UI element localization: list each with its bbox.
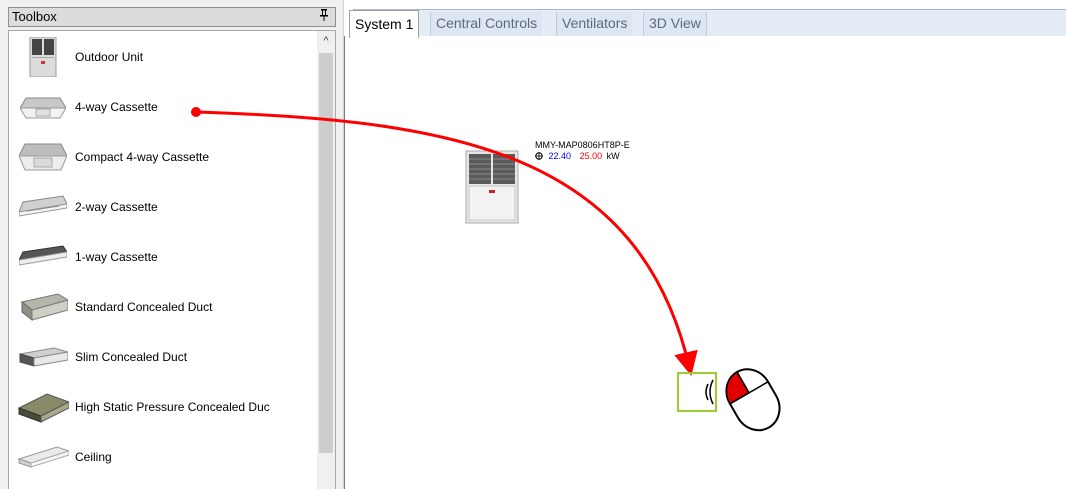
unit-capacity: 22.40 25.00 kW	[535, 151, 620, 161]
tab-3d-view[interactable]: 3D View	[643, 12, 707, 36]
heating-capacity: 25.00	[579, 151, 603, 161]
scroll-thumb[interactable]	[319, 53, 333, 453]
toolbox-item-label: 4-way Cassette	[75, 100, 158, 114]
toolbox-item-label: 1-way Cassette	[75, 250, 158, 264]
toolbox-item-label: Standard Concealed Duct	[75, 300, 213, 314]
toolbox-item-label: Ceiling	[75, 450, 112, 464]
toolbox-item-1-way-cassette[interactable]: 1-way Cassette	[9, 235, 319, 279]
toolbox-item-4-way-cassette[interactable]: 4-way Cassette	[9, 85, 319, 129]
toolbox-item-outdoor-unit[interactable]: Outdoor Unit	[9, 35, 319, 79]
design-canvas[interactable]	[344, 36, 1066, 489]
toolbox-title: Toolbox	[12, 9, 57, 24]
placed-outdoor-unit[interactable]	[465, 150, 519, 224]
toolbox-item-label: High Static Pressure Concealed Duc	[75, 400, 270, 414]
1-way-cassette-icon	[17, 237, 69, 277]
toolbox-item-standard-concealed-duct[interactable]: Standard Concealed Duct	[9, 285, 319, 329]
toolbox-scrollbar[interactable]: ^	[317, 31, 335, 489]
toolbox-item-slim-concealed-duct[interactable]: Slim Concealed Duct	[9, 335, 319, 379]
toolbox-item-ceiling[interactable]: Ceiling	[9, 435, 319, 479]
app-window: Toolbox Outdoor Unit 4-way Cassette Comp…	[0, 0, 1066, 489]
slim-duct-icon	[17, 337, 69, 377]
tab-bar: System 1 Central Controls Ventilators 3D…	[344, 7, 1066, 38]
tab-system-1[interactable]: System 1	[349, 10, 420, 38]
high-static-duct-icon	[17, 387, 69, 427]
toolbox-item-high-static-pressure-duct[interactable]: High Static Pressure Concealed Duc	[9, 385, 319, 429]
capacity-unit: kW	[606, 151, 620, 161]
toolbox-item-label: Slim Concealed Duct	[75, 350, 188, 364]
toolbox-header: Toolbox	[8, 7, 336, 27]
tab-central-controls[interactable]: Central Controls	[430, 12, 543, 36]
scroll-up-icon[interactable]: ^	[317, 35, 335, 51]
toolbox-item-compact-4-way-cassette[interactable]: Compact 4-way Cassette	[9, 135, 319, 179]
pin-icon[interactable]	[319, 8, 329, 26]
2-way-cassette-icon	[17, 187, 69, 227]
tab-ventilators[interactable]: Ventilators	[556, 12, 633, 36]
toolbox-list: Outdoor Unit 4-way Cassette Compact 4-wa…	[8, 30, 336, 489]
ceiling-icon	[17, 437, 69, 477]
unit-model-label: MMY-MAP0806HT8P-E	[535, 140, 630, 150]
toolbox-item-label: 2-way Cassette	[75, 200, 158, 214]
toolbox-item-label: Compact 4-way Cassette	[75, 150, 210, 164]
toolbox-item-2-way-cassette[interactable]: 2-way Cassette	[9, 185, 319, 229]
cooling-capacity: 22.40	[548, 151, 572, 161]
standard-duct-icon	[17, 287, 69, 327]
compact-4-way-cassette-icon	[17, 137, 69, 177]
settings-gear-icon	[535, 151, 546, 161]
4-way-cassette-icon	[17, 87, 69, 127]
toolbox-panel: Toolbox Outdoor Unit 4-way Cassette Comp…	[0, 0, 344, 489]
outdoor-unit-icon	[17, 37, 69, 77]
toolbox-item-label: Outdoor Unit	[75, 50, 144, 64]
